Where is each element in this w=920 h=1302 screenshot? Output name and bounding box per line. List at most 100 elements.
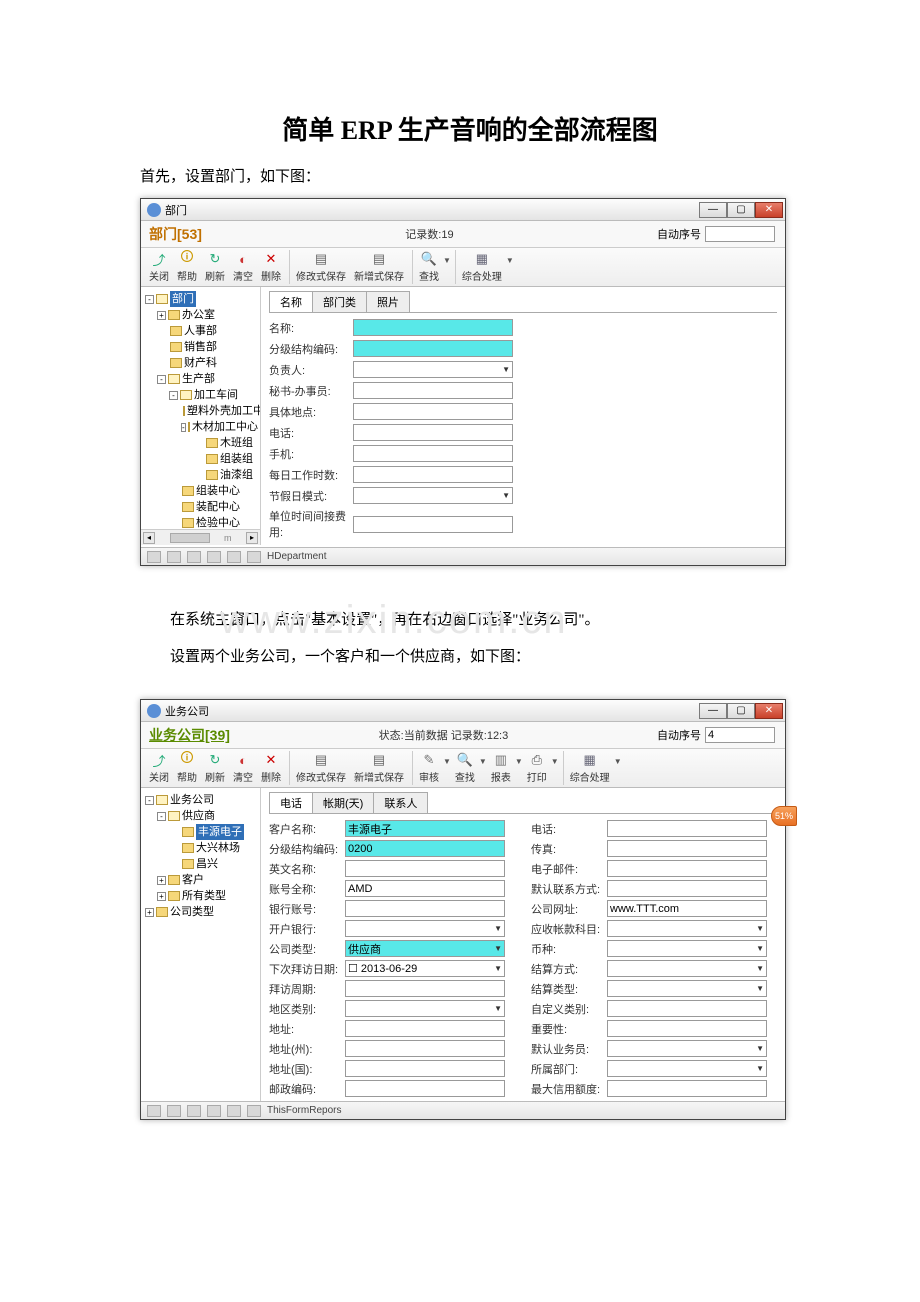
toolbar-查找[interactable]: 🔍查找 (451, 751, 479, 785)
toolbar-关闭[interactable]: ⤴关闭 (145, 250, 173, 284)
dropdown-caret-icon[interactable]: ▼ (551, 751, 559, 766)
tree-node[interactable]: +办公室 (157, 307, 258, 323)
tree-label[interactable]: 木班组 (220, 435, 253, 451)
text-input[interactable]: 丰源电子 (345, 820, 505, 837)
dropdown-caret-icon[interactable]: ▼ (443, 751, 451, 766)
toolbar-清空[interactable]: ◐清空 (229, 250, 257, 284)
tree-node[interactable]: - 生产部 (157, 371, 258, 387)
select-input[interactable]: ▼ (607, 960, 767, 977)
tree-node[interactable]: 组装组 (193, 451, 258, 467)
tree-scrollbar[interactable]: ◂ m ▸ (141, 529, 260, 545)
tree-expand-icon[interactable]: - (145, 295, 154, 304)
tab-照片[interactable]: 照片 (366, 291, 410, 312)
text-input[interactable] (353, 403, 513, 420)
text-input[interactable] (353, 319, 513, 336)
tree-node[interactable]: 人事部 (157, 323, 258, 339)
text-input[interactable] (353, 445, 513, 462)
tree-label[interactable]: 组装中心 (196, 483, 240, 499)
text-input[interactable] (353, 382, 513, 399)
close-button[interactable]: ✕ (755, 202, 783, 218)
text-input[interactable]: 0200 (345, 840, 505, 857)
dropdown-caret-icon[interactable]: ▼ (443, 250, 451, 265)
text-input[interactable] (345, 860, 505, 877)
minimize-button[interactable]: — (699, 202, 727, 218)
toolbar-帮助[interactable]: 🛈帮助 (173, 250, 201, 284)
text-input[interactable]: AMD (345, 880, 505, 897)
tree-node[interactable]: 组装中心 (169, 483, 258, 499)
toolbar-审核[interactable]: ✎审核 (412, 751, 443, 785)
text-input[interactable] (345, 900, 505, 917)
tree-node[interactable]: 销售部 (157, 339, 258, 355)
text-input[interactable] (607, 840, 767, 857)
tree-label[interactable]: 所有类型 (182, 888, 226, 904)
tab-部门类[interactable]: 部门类 (312, 291, 367, 312)
maximize-button[interactable]: ▢ (727, 202, 755, 218)
text-input[interactable] (345, 1080, 505, 1097)
text-input[interactable] (345, 1040, 505, 1057)
select-input[interactable]: ▼ (353, 487, 513, 504)
tree-node[interactable]: -供应商 (157, 808, 258, 824)
tree-expand-icon[interactable]: + (145, 908, 154, 917)
tree-node[interactable]: 木班组 (193, 435, 258, 451)
auto-seq-input[interactable] (705, 727, 775, 743)
text-input[interactable] (607, 820, 767, 837)
text-input[interactable] (353, 340, 513, 357)
tree-label[interactable]: 大兴林场 (196, 840, 240, 856)
select-input[interactable]: ▼ (607, 920, 767, 937)
tree-label[interactable]: 昌兴 (196, 856, 218, 872)
toolbar-关闭[interactable]: ⤴关闭 (145, 751, 173, 785)
tree-expand-icon[interactable]: + (157, 892, 166, 901)
toolbar-修改式保存[interactable]: ▤修改式保存 (289, 751, 350, 785)
tree-expand-icon[interactable]: - (157, 375, 166, 384)
text-input[interactable] (607, 880, 767, 897)
tree-node[interactable]: 大兴林场 (169, 840, 258, 856)
toolbar-删除[interactable]: ✕删除 (257, 751, 285, 785)
text-input[interactable] (345, 1020, 505, 1037)
tree-label[interactable]: 销售部 (184, 339, 217, 355)
text-input[interactable] (607, 1080, 767, 1097)
tree-label[interactable]: 生产部 (182, 371, 215, 387)
select-input[interactable]: ▼ (345, 920, 505, 937)
text-input[interactable] (353, 424, 513, 441)
tab-帐期(天)[interactable]: 帐期(天) (312, 792, 374, 813)
tree-label[interactable]: 公司类型 (170, 904, 214, 920)
tree-node[interactable]: -加工车间 (169, 387, 258, 403)
scroll-left-icon[interactable]: ◂ (143, 532, 155, 544)
company-tree[interactable]: -业务公司-供应商丰源电子大兴林场昌兴+客户+所有类型+公司类型 (141, 788, 261, 1101)
toolbar-清空[interactable]: ◐清空 (229, 751, 257, 785)
text-input[interactable] (353, 466, 513, 483)
tree-label[interactable]: 塑料外壳加工中 (187, 403, 261, 419)
tree-label[interactable]: 部门 (170, 291, 196, 307)
tree-label[interactable]: 油漆组 (220, 467, 253, 483)
toolbar-刷新[interactable]: ↻刷新 (201, 751, 229, 785)
tree-label[interactable]: 客户 (182, 872, 204, 888)
toolbar-新增式保存[interactable]: ▤新增式保存 (350, 751, 408, 785)
tree-label[interactable]: 财产科 (184, 355, 217, 371)
select-input[interactable]: ▼ (607, 1040, 767, 1057)
text-input[interactable] (345, 980, 505, 997)
toolbar-帮助[interactable]: 🛈帮助 (173, 751, 201, 785)
tree-node[interactable]: 昌兴 (169, 856, 258, 872)
tree-node[interactable]: - 部门 (145, 291, 258, 307)
minimize-button[interactable]: — (699, 703, 727, 719)
tree-label[interactable]: 供应商 (182, 808, 215, 824)
tree-node[interactable]: + 公司类型 (145, 904, 258, 920)
toolbar-综合处理[interactable]: ▦综合处理 (563, 751, 614, 785)
toolbar-新增式保存[interactable]: ▤新增式保存 (350, 250, 408, 284)
tree-label[interactable]: 装配中心 (196, 499, 240, 515)
dropdown-caret-icon[interactable]: ▼ (614, 751, 622, 766)
maximize-button[interactable]: ▢ (727, 703, 755, 719)
tree-expand-icon[interactable]: - (181, 423, 186, 432)
close-button[interactable]: ✕ (755, 703, 783, 719)
text-input[interactable] (353, 516, 513, 533)
dropdown-caret-icon[interactable]: ▼ (506, 250, 514, 265)
select-input[interactable]: ▼ (607, 980, 767, 997)
tree-node[interactable]: -业务公司 (145, 792, 258, 808)
tree-expand-icon[interactable]: + (157, 876, 166, 885)
dropdown-caret-icon[interactable]: ▼ (479, 751, 487, 766)
tree-expand-icon[interactable]: - (145, 796, 154, 805)
text-input[interactable] (345, 1060, 505, 1077)
toolbar-报表[interactable]: ▥报表 (487, 751, 515, 785)
tree-node[interactable]: 丰源电子 (169, 824, 258, 840)
department-tree[interactable]: -部门+办公室人事部销售部财产科-生产部-加工车间塑料外壳加工中-木材加工中心木… (141, 287, 261, 545)
